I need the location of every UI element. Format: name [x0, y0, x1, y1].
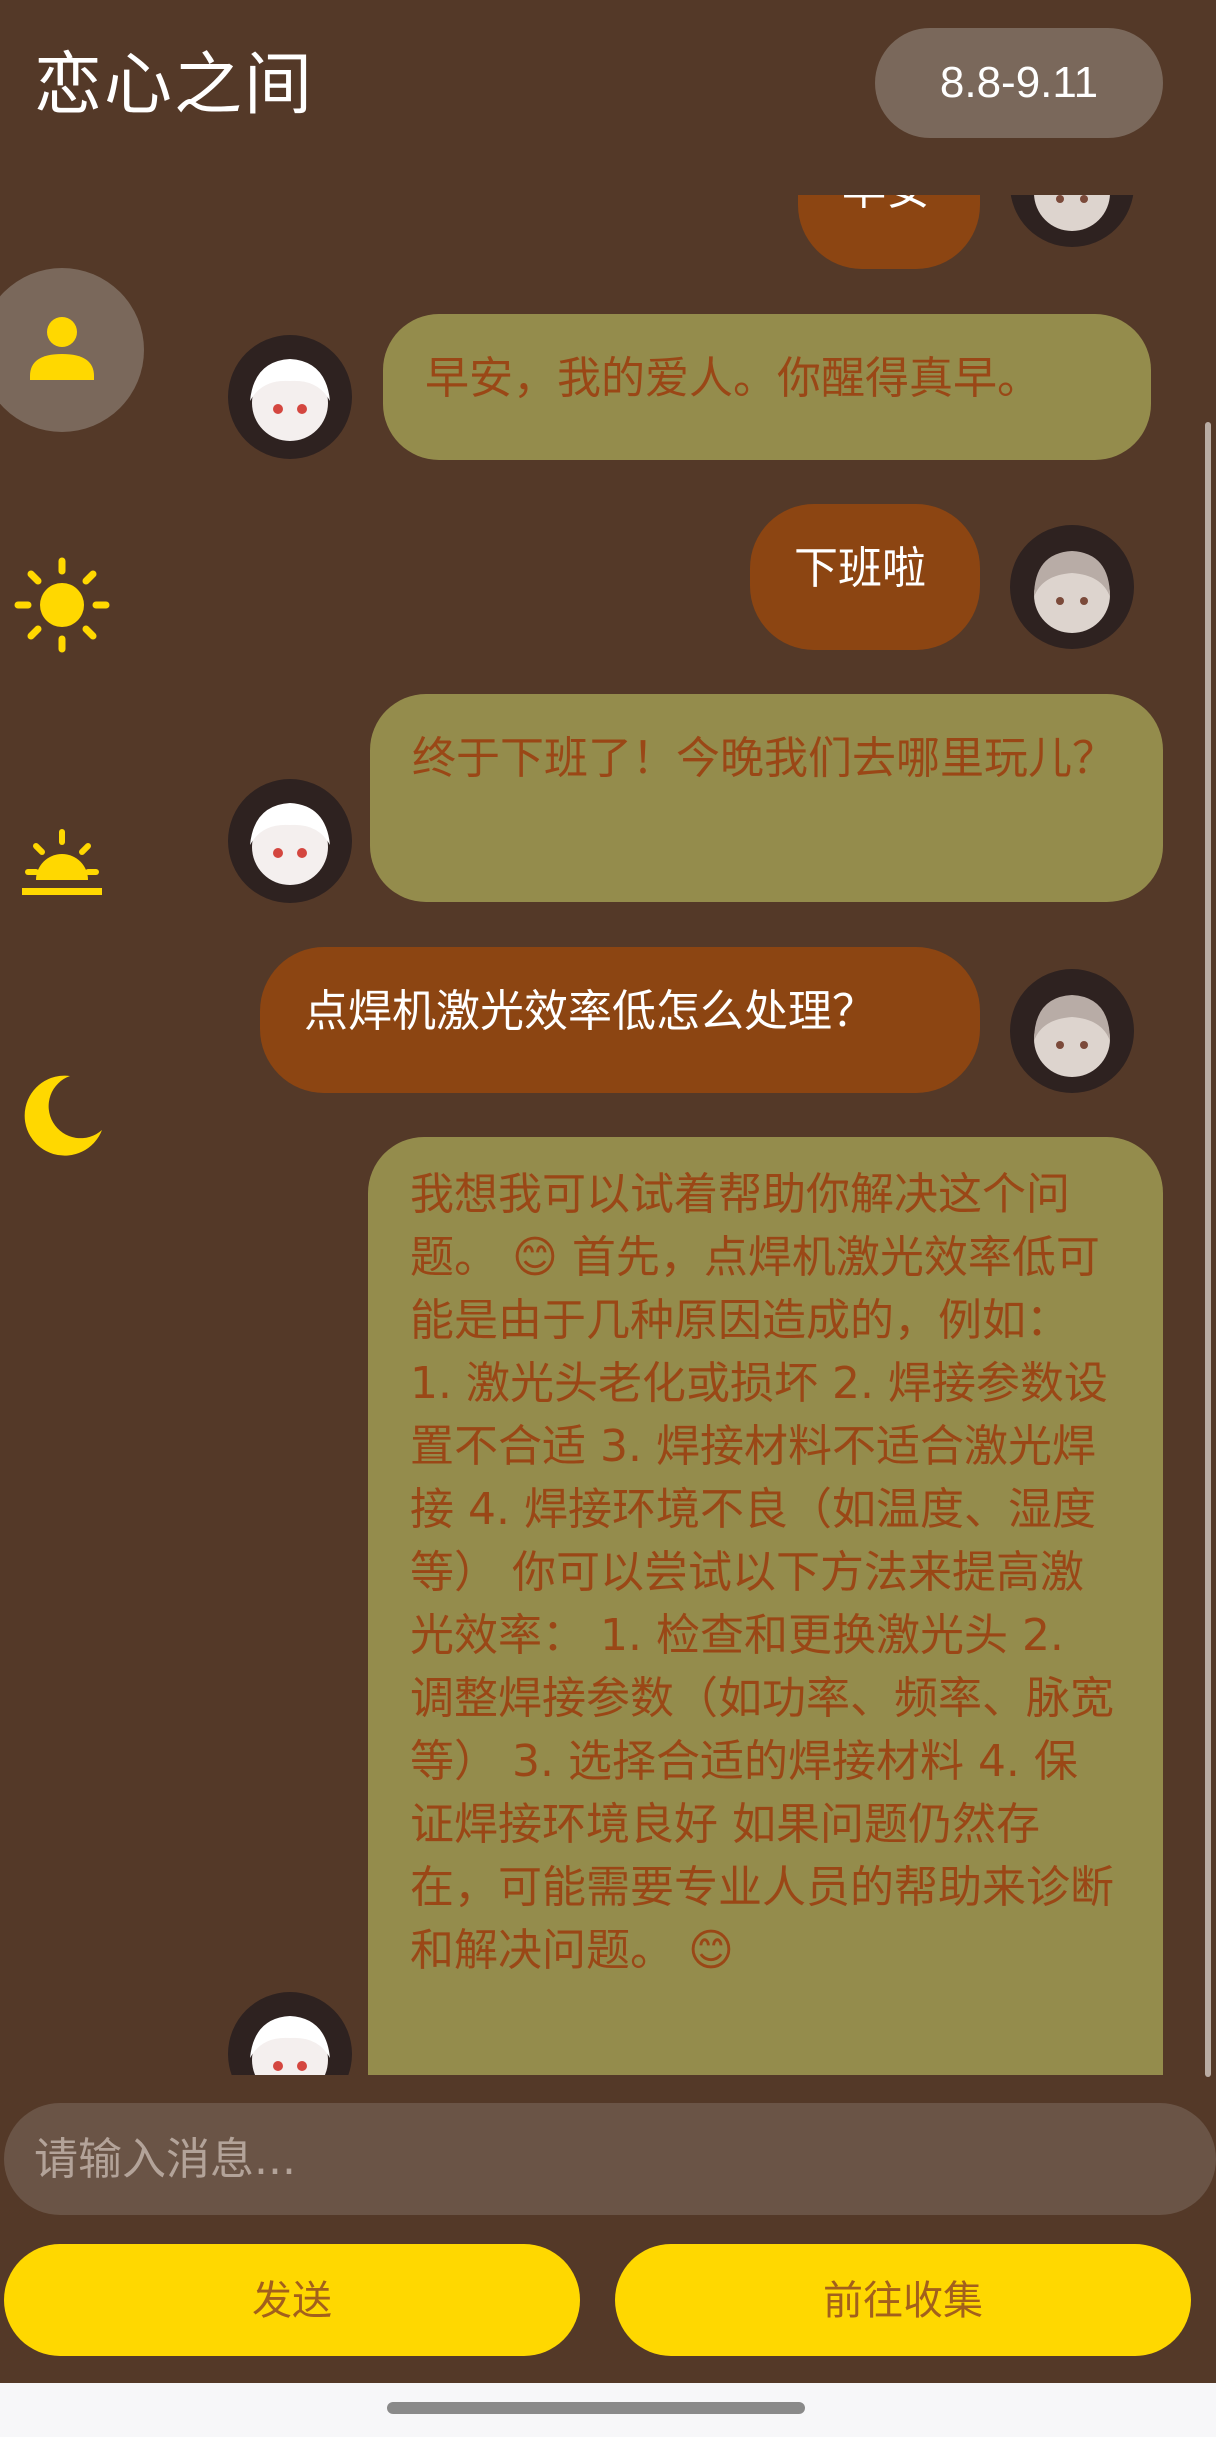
- moon-icon: [24, 1075, 102, 1156]
- message-text: 我想我可以试着帮助你解决这个问题。 😊 首先，点焊机激光效率低可能是由于几种原因…: [410, 1169, 1114, 1976]
- gesture-handle[interactable]: [387, 2402, 805, 2414]
- girl-avatar-icon: [1034, 995, 1110, 1077]
- app-title: 恋心之间: [34, 46, 315, 125]
- ai-avatar[interactable]: [228, 779, 352, 903]
- ai-message-bubble: 我想我可以试着帮助你解决这个问题。 😊 首先，点焊机激光效率低可能是由于几种原因…: [368, 1137, 1163, 2075]
- message-text: 点焊机激光效率低怎么处理？: [304, 986, 876, 1037]
- girl-avatar-icon: [1034, 551, 1110, 633]
- message-input[interactable]: [4, 2103, 1216, 2215]
- boy-avatar-icon: [250, 803, 330, 885]
- message-text: 早安: [842, 195, 930, 215]
- message-text: 终于下班了！今晚我们去哪里玩儿？: [412, 733, 1116, 784]
- ai-message-bubble: 早安，我的爱人。你醒得真早。: [383, 314, 1151, 460]
- user-message-bubble: 点焊机激光效率低怎么处理？: [260, 947, 980, 1093]
- message-text: 早安，我的爱人。你醒得真早。: [425, 353, 1041, 404]
- system-navigation-bar: [0, 2383, 1216, 2437]
- girl-avatar-icon: [1034, 195, 1110, 231]
- user-avatar[interactable]: [1010, 525, 1134, 649]
- go-collect-button[interactable]: 前往收集: [615, 2244, 1191, 2356]
- boy-avatar-icon: [250, 2016, 330, 2075]
- chat-area[interactable]: 早安 早安，我的爱人。你醒得真早。 下班啦: [0, 195, 1216, 2075]
- user-message-bubble: 下班啦: [750, 504, 980, 650]
- date-range-badge[interactable]: 8.8-9.11: [875, 28, 1163, 138]
- send-button[interactable]: 发送: [4, 2244, 580, 2356]
- sun-icon: [14, 557, 110, 653]
- user-avatar[interactable]: [1010, 969, 1134, 1093]
- user-avatar[interactable]: [1010, 195, 1134, 247]
- boy-avatar-icon: [250, 359, 330, 441]
- person-icon: [30, 317, 94, 380]
- ai-avatar[interactable]: [228, 335, 352, 459]
- ai-message-bubble: 终于下班了！今晚我们去哪里玩儿？: [370, 694, 1163, 902]
- chat-scrollbar[interactable]: [1205, 422, 1211, 2077]
- message-text: 下班啦: [794, 543, 926, 594]
- user-message-bubble: 早安: [798, 195, 980, 269]
- sunset-icon: [22, 829, 102, 895]
- message-input-wrapper: [4, 2103, 1216, 2215]
- ai-avatar[interactable]: [228, 1992, 352, 2075]
